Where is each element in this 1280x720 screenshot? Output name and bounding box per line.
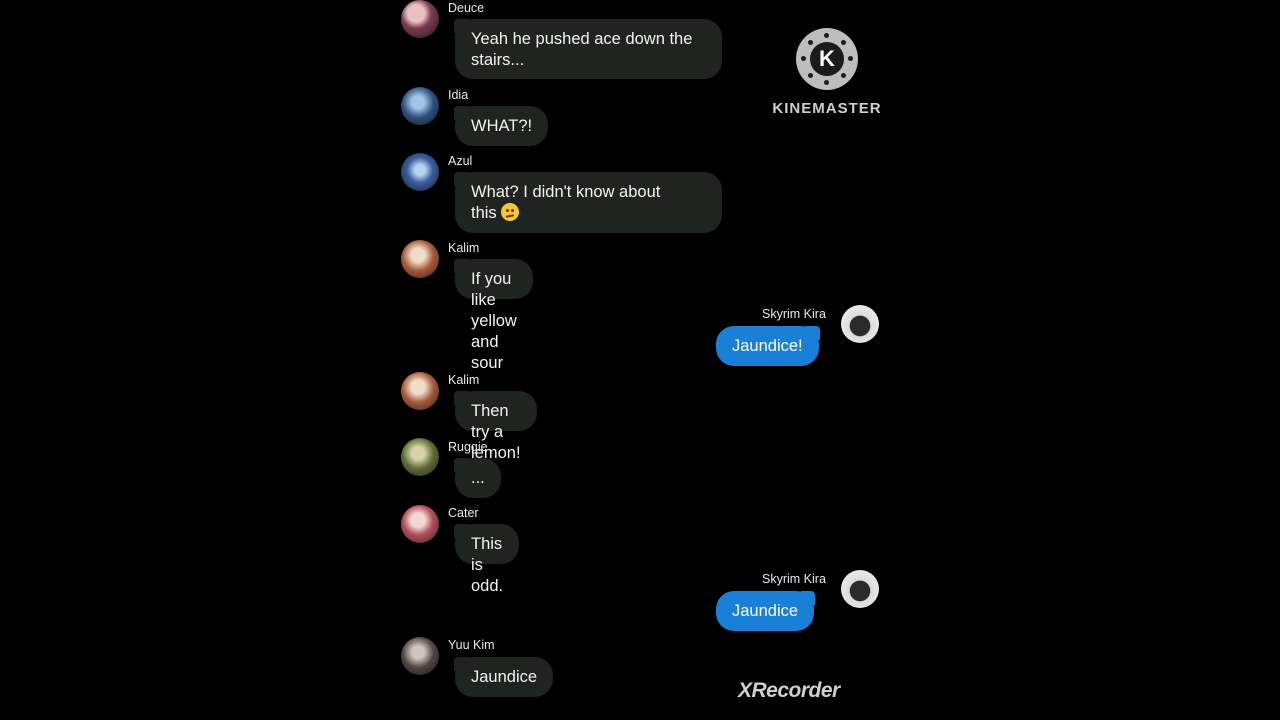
- avatar-skyrim-kira[interactable]: [841, 305, 879, 343]
- message-text: Jaundice!: [732, 337, 803, 355]
- sender-name: Ruggie: [448, 440, 488, 454]
- message-text: WHAT?!: [471, 117, 533, 135]
- kinemaster-logo-letter: K: [810, 42, 844, 76]
- confused-face-icon: [501, 203, 520, 221]
- message-text-line1: What? I didn't know about: [471, 183, 661, 201]
- message-bubble[interactable]: If you like yellow and sour: [454, 259, 533, 372]
- sender-name: Idia: [448, 88, 469, 102]
- sender-name: Skyrim Kira: [762, 307, 826, 321]
- kinemaster-logo-icon: K: [796, 28, 858, 90]
- message-bubble[interactable]: Yeah he pushed ace down the stairs...: [454, 19, 722, 79]
- avatar-skyrim-kira[interactable]: [841, 570, 879, 608]
- sender-name: Yuu Kim: [448, 638, 495, 652]
- kinemaster-watermark: K KINEMASTER: [772, 28, 882, 117]
- kinemaster-label: KINEMASTER: [772, 100, 882, 117]
- message-bubble[interactable]: Jaundice: [716, 591, 816, 631]
- message-bubble[interactable]: ...: [454, 458, 501, 498]
- message-bubble[interactable]: Jaundice: [453, 657, 554, 697]
- message-bubble[interactable]: WHAT?!: [453, 106, 549, 146]
- sender-name: Deuce: [448, 1, 485, 15]
- message-bubble[interactable]: What? I didn't know about this: [454, 172, 722, 233]
- message-text: This is odd.: [471, 535, 504, 595]
- avatar-ruggie[interactable]: [401, 438, 439, 476]
- avatar-yuu-kim[interactable]: [401, 637, 439, 675]
- sender-name: Azul: [448, 154, 473, 168]
- avatar-deuce[interactable]: [401, 0, 439, 38]
- avatar-kalim[interactable]: [401, 240, 439, 278]
- xrecorder-watermark: XRecorder: [738, 679, 840, 702]
- message-bubble[interactable]: This is odd.: [453, 524, 520, 595]
- message-text: ...: [471, 469, 485, 487]
- sender-name: Cater: [448, 506, 479, 520]
- sender-name: Kalim: [448, 373, 480, 387]
- message-text-line2: stairs...: [471, 51, 525, 69]
- avatar-cater[interactable]: [401, 505, 439, 543]
- sender-name: Kalim: [448, 241, 480, 255]
- message-text: Jaundice: [732, 602, 799, 620]
- message-text-line2: this: [471, 204, 497, 222]
- message-bubble[interactable]: Then try a lemon!: [454, 391, 537, 462]
- avatar-idia[interactable]: [401, 87, 439, 125]
- avatar-kalim[interactable]: [401, 372, 439, 410]
- message-text: Jaundice: [471, 668, 538, 686]
- sender-name: Skyrim Kira: [762, 572, 826, 586]
- message-text: If you like yellow and sour: [471, 270, 517, 372]
- message-bubble[interactable]: Jaundice!: [716, 326, 820, 366]
- avatar-azul[interactable]: [401, 153, 439, 191]
- message-text-line1: Yeah he pushed ace down the: [471, 30, 693, 48]
